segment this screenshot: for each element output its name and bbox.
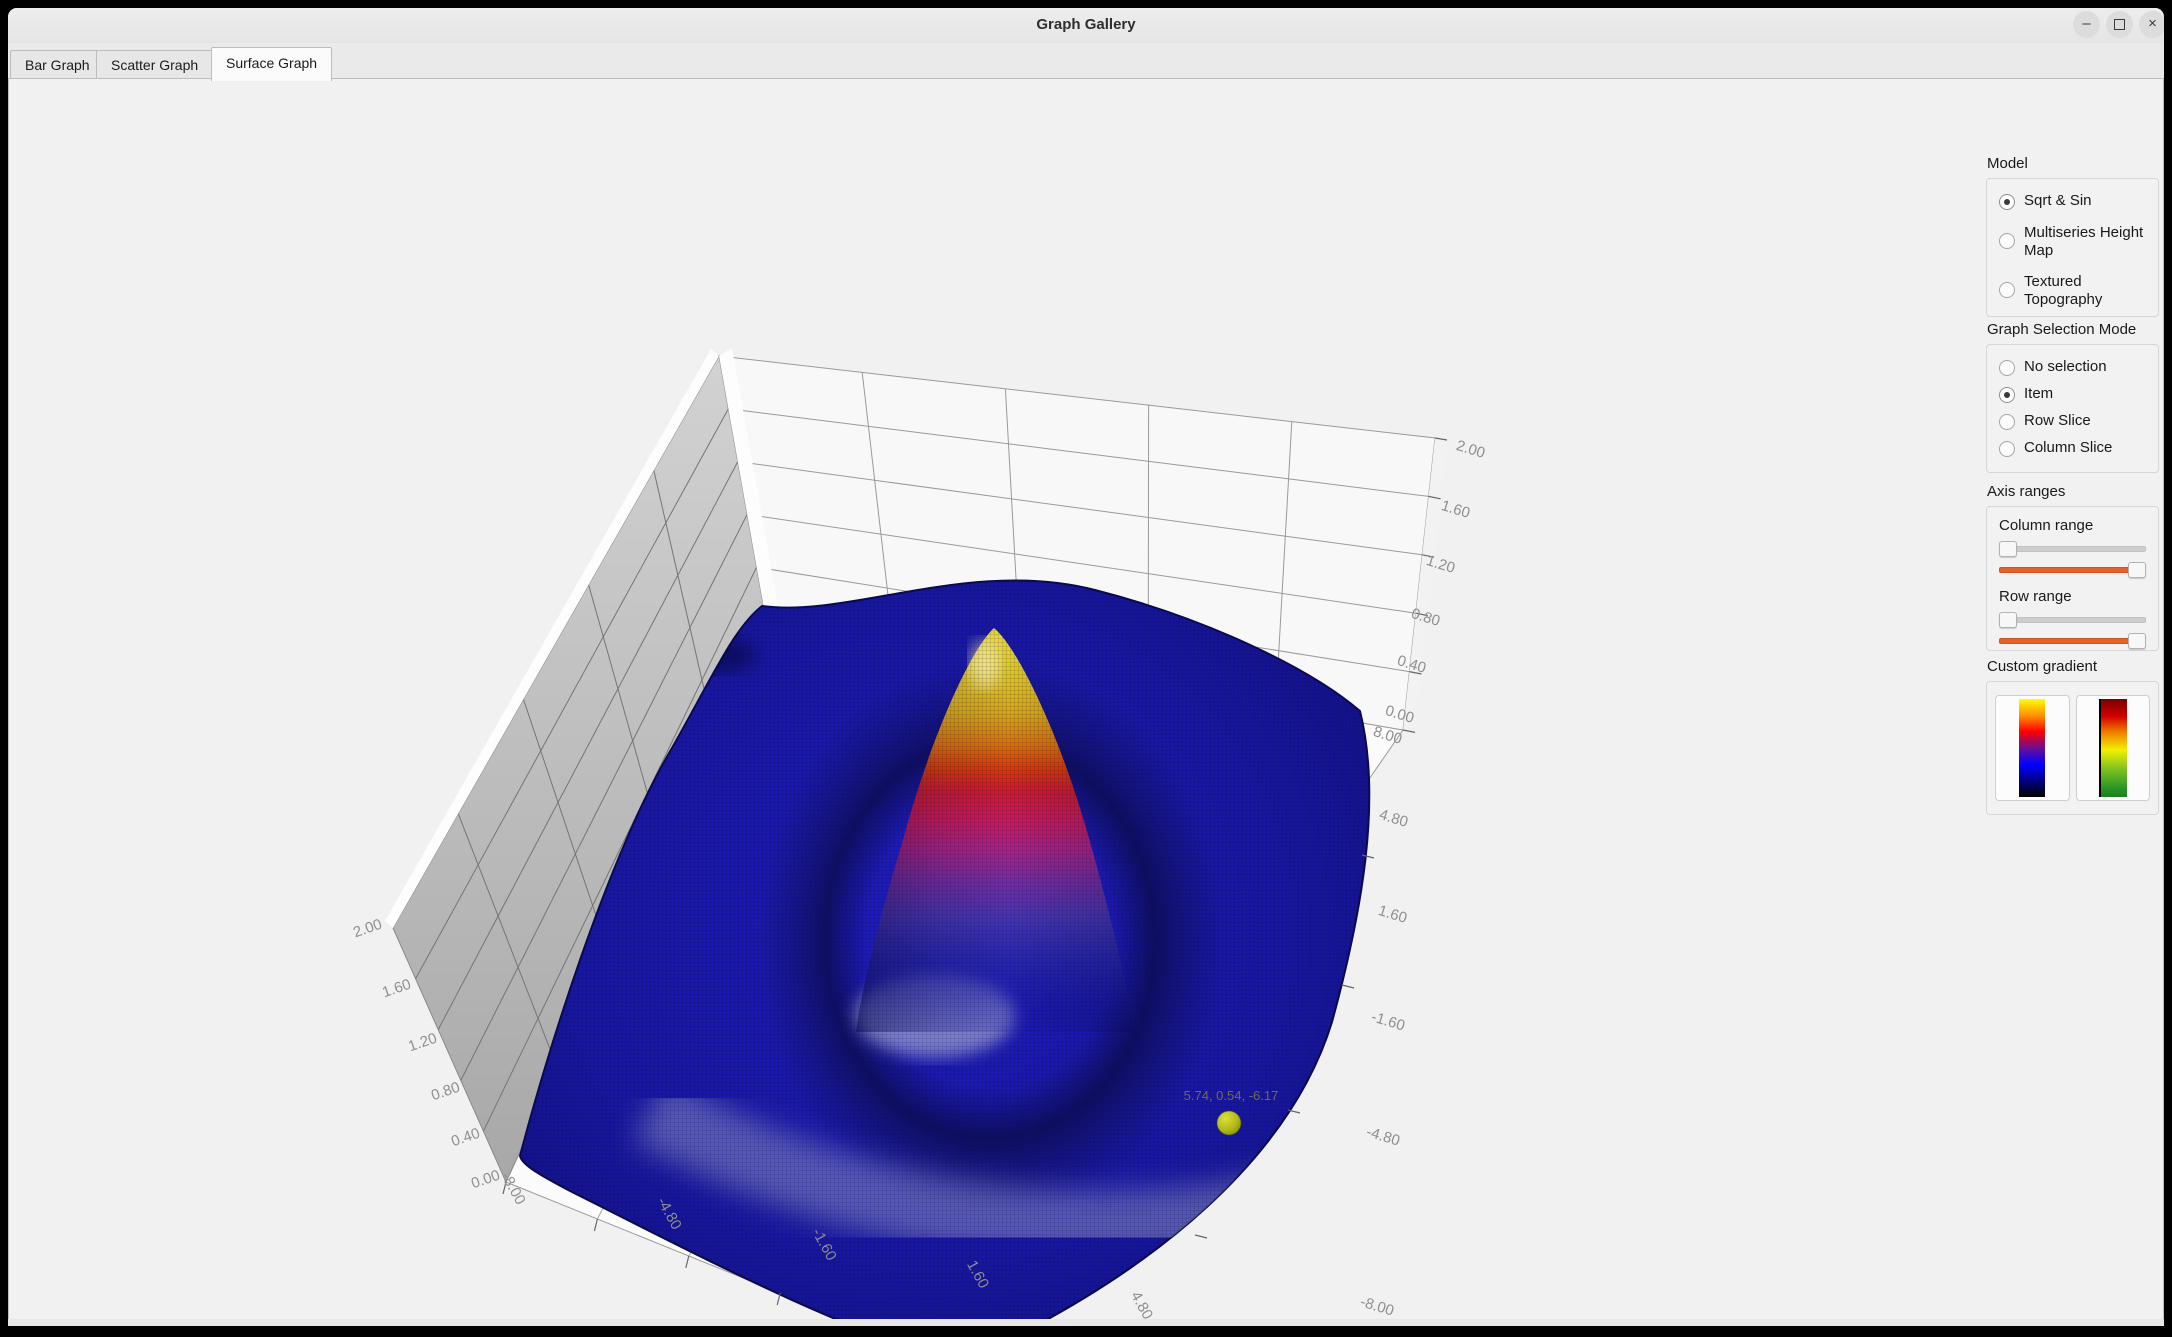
radio-sqrt-sin[interactable]: Sqrt & Sin	[1999, 192, 2148, 210]
radio-label: Multiseries Height Map	[2024, 224, 2148, 260]
radio-icon	[1999, 414, 2015, 430]
gradient-swatch-blue-red-yellow	[2019, 699, 2045, 797]
radio-textured-topography[interactable]: Textured Topography	[1999, 273, 2148, 309]
custom-gradient-group-label: Custom gradient	[1987, 658, 2159, 675]
app-window: Graph Gallery – × Bar Graph Scatter Grap…	[8, 8, 2164, 1326]
slider-handle[interactable]	[1999, 612, 2017, 628]
radio-label: Sqrt & Sin	[2024, 192, 2092, 210]
radio-icon	[1999, 360, 2015, 376]
gradient-button-2[interactable]	[2076, 695, 2151, 801]
slider-groove	[1999, 567, 2146, 573]
tab-bar-graph[interactable]: Bar Graph	[10, 50, 105, 79]
close-button[interactable]: ×	[2139, 11, 2164, 38]
slider-handle[interactable]	[2128, 633, 2146, 649]
radio-icon	[1999, 387, 2015, 403]
tab-content-pane: 2.00 1.60 1.20 0.80 0.40 0.00 -8.00 -4.8…	[8, 78, 2164, 1320]
slider-groove	[1999, 546, 2146, 552]
custom-gradient-group: Custom gradient	[1986, 658, 2159, 815]
gradient-button-1[interactable]	[1995, 695, 2070, 801]
row-range-min-slider[interactable]	[1999, 609, 2146, 629]
radio-no-selection[interactable]: No selection	[1999, 358, 2148, 376]
radio-icon	[1999, 194, 2015, 210]
radio-row-slice[interactable]: Row Slice	[1999, 412, 2148, 430]
selection-mode-group: Graph Selection Mode No selection Item R…	[1986, 321, 2159, 473]
radio-label: Textured Topography	[2024, 273, 2148, 309]
maximize-icon	[2114, 19, 2125, 30]
selection-mode-group-label: Graph Selection Mode	[1987, 321, 2159, 338]
axis-ranges-group-label: Axis ranges	[1987, 483, 2159, 500]
surface-chart[interactable]: 2.00 1.60 1.20 0.80 0.40 0.00 -8.00 -4.8…	[10, 150, 1974, 1326]
axis-ranges-group: Axis ranges Column range Row range	[1986, 483, 2159, 651]
column-range-label: Column range	[1999, 517, 2146, 534]
radio-multiseries-height-map[interactable]: Multiseries Height Map	[1999, 224, 2148, 260]
radio-icon	[1999, 441, 2015, 457]
minimize-button[interactable]: –	[2073, 11, 2100, 38]
selected-point-label: 5.74, 0.54, -6.17	[1171, 1088, 1291, 1103]
slider-handle[interactable]	[1999, 541, 2017, 557]
close-icon: ×	[2148, 15, 2157, 32]
minimize-icon: –	[2082, 15, 2090, 32]
column-range-min-slider[interactable]	[1999, 538, 2146, 558]
column-range-max-slider[interactable]	[1999, 559, 2146, 579]
radio-icon	[1999, 233, 2015, 249]
titlebar[interactable]: Graph Gallery – ×	[8, 8, 2164, 44]
selected-point-marker[interactable]	[1217, 1111, 1241, 1135]
tab-scatter-graph[interactable]: Scatter Graph	[96, 50, 213, 79]
tab-bar: Bar Graph Scatter Graph Surface Graph	[8, 43, 2164, 79]
radio-icon	[1999, 282, 2015, 298]
row-range-max-slider[interactable]	[1999, 630, 2146, 650]
sidebar: Model Sqrt & Sin Multiseries Height Map …	[1986, 151, 2159, 1326]
radio-label: No selection	[2024, 358, 2107, 376]
row-range-label: Row range	[1999, 588, 2146, 605]
maximize-button[interactable]	[2106, 11, 2133, 38]
radio-label: Item	[2024, 385, 2053, 403]
tab-surface-graph[interactable]: Surface Graph	[211, 47, 332, 81]
radio-item[interactable]: Item	[1999, 385, 2148, 403]
gradient-swatch-green-yellow-red	[2099, 699, 2127, 797]
radio-label: Column Slice	[2024, 439, 2112, 457]
slider-handle[interactable]	[2128, 562, 2146, 578]
model-group: Model Sqrt & Sin Multiseries Height Map …	[1986, 155, 2159, 317]
radio-label: Row Slice	[2024, 412, 2091, 430]
model-group-label: Model	[1987, 155, 2159, 172]
surface-plot-canvas	[10, 150, 1974, 1326]
window-bottom-edge	[8, 1319, 2164, 1326]
window-title: Graph Gallery	[8, 16, 2164, 33]
slider-groove	[1999, 617, 2146, 623]
slider-groove	[1999, 638, 2146, 644]
radio-column-slice[interactable]: Column Slice	[1999, 439, 2148, 457]
